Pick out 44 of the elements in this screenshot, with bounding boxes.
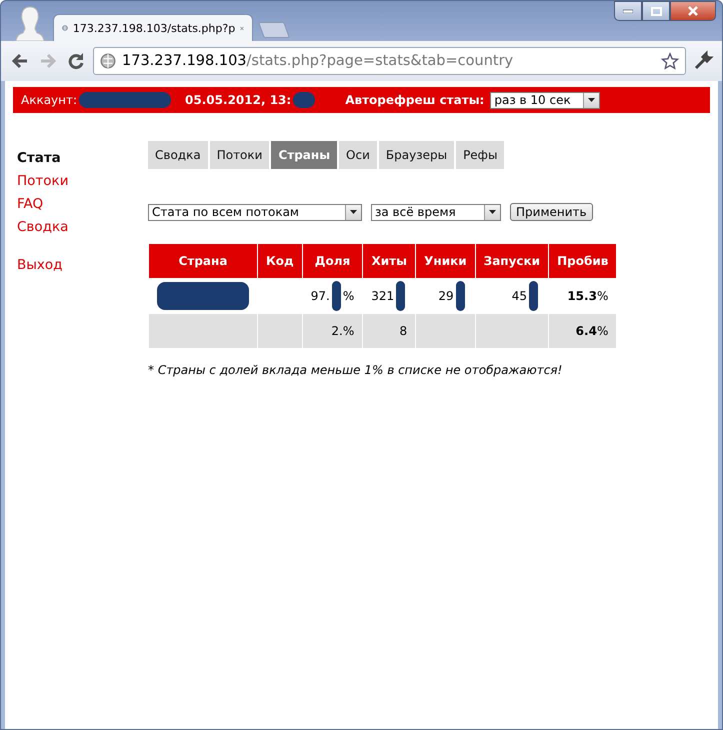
column-header: Код — [258, 244, 302, 278]
tab[interactable]: Потоки — [210, 141, 270, 169]
sidebar-link[interactable]: Сводка — [17, 218, 148, 236]
minimize-button[interactable] — [614, 1, 642, 21]
sidebar-link[interactable]: Стата — [17, 149, 148, 167]
minimize-icon — [623, 9, 633, 13]
close-window-button[interactable] — [670, 1, 716, 21]
apply-button[interactable]: Применить — [510, 203, 593, 221]
maximize-icon — [650, 6, 662, 16]
footnote: * Страны с долей вклада меньше 1% в списке не отображаются! — [148, 363, 564, 377]
account-label: Аккаунт: — [21, 93, 78, 107]
column-header: Страна — [148, 244, 258, 278]
dropdown-arrow-icon — [588, 98, 596, 102]
column-header: Уники — [416, 244, 476, 278]
column-header: Пробив — [548, 244, 617, 278]
tab[interactable]: Оси — [339, 141, 377, 169]
dropdown-arrow-icon — [489, 210, 496, 214]
sidebar-link[interactable]: FAQ — [17, 195, 148, 213]
close-icon — [688, 6, 698, 16]
autorefresh-label: Авторефреш статы: — [345, 93, 484, 107]
sidebar-link[interactable]: Потоки — [17, 172, 148, 190]
tab[interactable]: Браузеры — [378, 141, 454, 169]
address-bar[interactable]: 173.237.198.103/stats.php?page=stats&tab=country — [93, 47, 686, 75]
tab[interactable]: Страны — [271, 141, 338, 169]
tab[interactable]: Рефы — [456, 141, 504, 169]
table-cell: 2.% — [302, 314, 363, 348]
tab[interactable]: Сводка — [148, 141, 208, 169]
profile-silhouette-icon — [15, 5, 45, 41]
date-time: 05.05.2012, 13: — [185, 93, 292, 107]
wrench-icon[interactable] — [692, 50, 714, 72]
column-header: Доля — [302, 244, 363, 278]
stream-select[interactable]: Стата по всем потокам — [148, 204, 362, 220]
table-cell: 8 — [362, 314, 416, 348]
browser-tab[interactable]: 173.237.198.103/stats.php?p — [53, 14, 253, 41]
column-header: Хиты — [362, 244, 416, 278]
sidebar-link[interactable]: Выход — [17, 256, 148, 274]
autorefresh-select[interactable]: раз в 10 сек — [490, 92, 600, 108]
maximize-button[interactable] — [642, 1, 670, 21]
column-header: Запуски — [475, 244, 549, 278]
globe-icon — [100, 53, 116, 69]
table-cell: 6.4% — [548, 314, 617, 348]
dropdown-arrow-icon — [350, 210, 357, 214]
star-icon[interactable] — [661, 52, 679, 70]
period-select[interactable]: за всё время — [371, 204, 501, 220]
